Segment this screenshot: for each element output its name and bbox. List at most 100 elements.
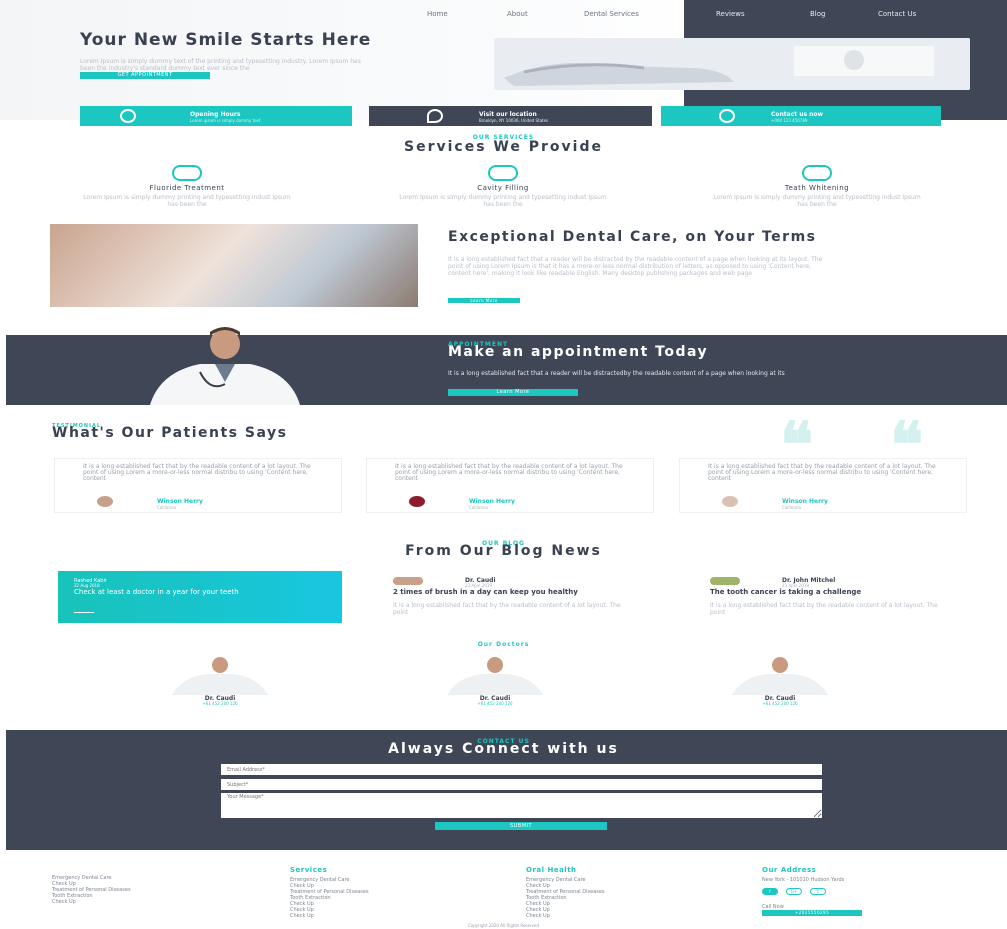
submit-button[interactable]: SUBMIT (435, 822, 607, 830)
testimonial-card: It is a long established fact that by th… (54, 458, 342, 513)
service-name: Teath Whitening (784, 184, 850, 192)
testimonial-title: What's Our Patients Says (52, 425, 288, 441)
doctor-illustration (150, 327, 300, 405)
blog-title-text[interactable]: The tooth cancer is taking a challenge (710, 589, 950, 596)
doctor-phone[interactable]: +61 452 200 126 (145, 701, 295, 706)
location-box[interactable]: Visit our location Brooklyn, NY 10036, U… (369, 106, 652, 126)
doctor-card: Dr. Caudi +61 452 200 126 (420, 655, 570, 707)
dental-care-photo (50, 224, 418, 307)
email-field[interactable] (221, 764, 822, 775)
services-title: Services We Provide (404, 139, 603, 155)
tooth-filling-icon (488, 165, 518, 181)
footer-heading: Services (290, 866, 328, 874)
nav-about[interactable]: About (507, 10, 528, 18)
hero-title: Your New Smile Starts Here (80, 30, 372, 50)
opening-hours-box[interactable]: Opening Hours Lorem ipsum is simply dumm… (80, 106, 352, 126)
doctor-phone[interactable]: +61 452 200 126 (705, 701, 855, 706)
exceptional-title: Exceptional Dental Care, on Your Terms (448, 229, 817, 245)
testimonial-location: California (469, 505, 488, 510)
service-name: Fluoride Treatment (149, 184, 225, 192)
footer-col-address: Our Address New York - 101010 Hudson Yar… (762, 866, 962, 883)
avatar (97, 496, 113, 507)
contact-title: Always Connect with us (388, 741, 619, 757)
blog-title: From Our Blog News (405, 543, 602, 559)
nav-blog[interactable]: Blog (810, 10, 825, 18)
nav-dental-services[interactable]: Dental Services (584, 10, 639, 18)
appointment-text: It is a long established fact that a rea… (448, 370, 785, 377)
location-pin-icon (427, 109, 443, 123)
service-cavity: Cavity Filling Lorem Ipsum is simply dum… (398, 165, 608, 208)
doctor-avatar (172, 657, 268, 695)
arrow-right-icon[interactable] (74, 612, 94, 613)
tooth-icon (172, 165, 202, 181)
contact-now-box[interactable]: Contact us now +000 123 456789 (661, 106, 941, 126)
service-desc: Lorem Ipsum is simply dummy printing and… (713, 194, 921, 208)
service-whitening: Teath Whitening Lorem Ipsum is simply du… (712, 165, 922, 208)
google-plus-icon[interactable]: G+ (786, 888, 802, 895)
testimonial-card: It is a long established fact that by th… (679, 458, 967, 513)
nav-reviews[interactable]: Reviews (716, 10, 745, 18)
doctors-kicker: Our Doctors (477, 641, 530, 648)
footer-link[interactable]: Check Up (52, 899, 262, 905)
service-desc: Lorem Ipsum is simply dummy printing and… (83, 194, 291, 208)
footer-col-1: Emergency Dental Care Check Up Treatment… (52, 875, 262, 905)
opening-hours-sub: Lorem ipsum is simply dummy text (190, 118, 261, 123)
doctor-avatar (732, 657, 828, 695)
footer-col-oral-health: Oral Health Emergency Dental Care Check … (526, 866, 736, 919)
subject-field[interactable] (221, 779, 822, 790)
testimonial-card: It is a long established fact that by th… (366, 458, 654, 513)
doctor-avatar (447, 657, 543, 695)
avatar (393, 577, 423, 585)
clock-icon (120, 109, 136, 123)
footer-heading: Our Address (762, 866, 817, 874)
nav-home[interactable]: Home (427, 10, 448, 18)
testimonial-text: It is a long established fact that by th… (83, 463, 311, 482)
service-name: Cavity Filling (477, 184, 529, 192)
testimonial-text: It is a long established fact that by th… (708, 463, 936, 482)
location-title: Visit our location (479, 111, 537, 118)
service-fluoride: Fluoride Treatment Lorem Ipsum is simply… (82, 165, 292, 208)
blog-excerpt: It is a long established fact that by th… (393, 602, 621, 616)
get-appointment-button[interactable]: GET APPOINTMENT (80, 72, 210, 79)
copyright: Copyright 2020 All Rights Reserved (467, 923, 539, 928)
twitter-icon[interactable]: t (810, 888, 826, 895)
footer-col-services: Services Emergency Dental Care Check Up … (290, 866, 500, 919)
footer-address: New York - 101010 Hudson Yards (762, 877, 845, 883)
hero-text: Lorem Ipsum is simply dummy text of the … (80, 58, 361, 72)
avatar (409, 496, 425, 507)
doctor-photo (130, 322, 320, 405)
call-now-button[interactable]: +2025550295 (762, 910, 862, 916)
testimonial-name: Winson Herry (782, 498, 828, 505)
nav-contact[interactable]: Contact Us (878, 10, 916, 18)
phone-icon (719, 109, 735, 123)
testimonial-name: Winson Herry (157, 498, 203, 505)
appointment-title: Make an appointment Today (448, 344, 709, 360)
testimonial-name: Winson Herry (469, 498, 515, 505)
tooth-sparkle-icon (802, 165, 832, 181)
avatar (710, 577, 740, 585)
contact-now-title: Contact us now (771, 111, 824, 118)
location-sub: Brooklyn, NY 10036, United States (479, 118, 549, 123)
appointment-learn-more-button[interactable]: Learn More (448, 389, 578, 396)
avatar (722, 496, 738, 507)
dental-chair-image (494, 38, 970, 90)
facebook-icon[interactable]: f (762, 888, 778, 895)
footer-heading: Oral Health (526, 866, 577, 874)
blog-title-text[interactable]: 2 times of brush in a day can keep you h… (393, 589, 633, 596)
testimonial-location: California (157, 505, 176, 510)
learn-more-button[interactable]: Learn More (448, 298, 520, 303)
contact-now-sub: +000 123 456789 (771, 118, 808, 123)
doctor-phone[interactable]: +61 452 200 126 (420, 701, 570, 706)
blog-card[interactable]: Dr. John Mitchel 23 April 2019 The tooth… (700, 571, 970, 623)
blog-card[interactable]: Dr. Caudi 23 April 2019 2 times of brush… (383, 571, 653, 623)
footer-link[interactable]: Check Up (526, 913, 736, 919)
testimonial-text: It is a long established fact that by th… (395, 463, 623, 482)
message-field[interactable] (221, 793, 822, 818)
testimonial-location: California (782, 505, 801, 510)
featured-blog-card[interactable]: Rashed Kabir 22 Aug 2018 Check at least … (58, 571, 342, 623)
doctor-card: Dr. Caudi +61 452 200 126 (705, 655, 855, 707)
doctor-card: Dr. Caudi +61 452 200 126 (145, 655, 295, 707)
blog-excerpt: It is a long established fact that by th… (710, 602, 938, 616)
footer-link[interactable]: Check Up (290, 913, 500, 919)
dental-chair-illustration (494, 38, 970, 90)
